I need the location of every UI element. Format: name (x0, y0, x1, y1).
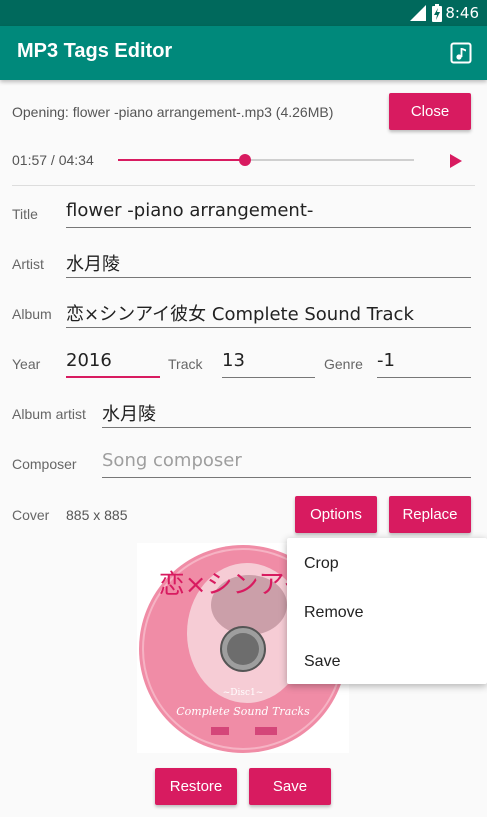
cover-options-menu: Crop Remove Save (287, 538, 487, 684)
divider (12, 185, 475, 186)
composer-label: Composer (12, 456, 77, 472)
app-bar: MP3 Tags Editor (0, 26, 487, 80)
artist-field[interactable]: 水月陵 (66, 246, 471, 278)
artist-label: Artist (12, 256, 44, 272)
playback-time: 01:57 / 04:34 (12, 152, 94, 168)
menu-item-remove[interactable]: Remove (304, 604, 364, 622)
title-label: Title (12, 206, 38, 222)
track-field[interactable]: 13 (222, 346, 315, 378)
cover-label: Cover (12, 507, 50, 523)
signal-icon (410, 5, 426, 21)
title-field[interactable]: flower -piano arrangement- (66, 196, 471, 228)
cover-options-button[interactable]: Options (295, 496, 377, 533)
status-time: 8:46 (445, 4, 479, 22)
play-icon[interactable] (449, 153, 463, 169)
year-label: Year (12, 356, 41, 372)
opening-file-text: Opening: flower -piano arrangement-.mp3 … (12, 104, 334, 120)
composer-field[interactable]: Song composer (102, 446, 471, 478)
album-artist-label: Album artist (12, 406, 86, 422)
menu-item-crop[interactable]: Crop (304, 555, 339, 573)
app-title: MP3 Tags Editor (17, 40, 173, 62)
menu-item-save[interactable]: Save (304, 653, 340, 671)
save-button[interactable]: Save (249, 768, 331, 805)
battery-charging-icon (432, 4, 442, 22)
status-bar: 8:46 (0, 0, 487, 26)
genre-field[interactable]: -1 (377, 346, 471, 378)
track-label: Track (168, 356, 203, 372)
close-button[interactable]: Close (389, 93, 471, 130)
music-note-icon[interactable] (450, 42, 472, 64)
seek-bar-thumb[interactable] (239, 154, 252, 166)
restore-button[interactable]: Restore (155, 768, 237, 805)
cover-art-subtitle: Complete Sound Tracks (176, 705, 310, 718)
album-field[interactable]: 恋×シンアイ彼女 Complete Sound Track (66, 296, 471, 328)
year-field[interactable]: 2016 (66, 346, 160, 378)
album-artist-field[interactable]: 水月陵 (102, 396, 471, 428)
genre-label: Genre (324, 356, 363, 372)
seek-bar-progress (118, 159, 246, 161)
album-label: Album (12, 306, 52, 322)
cover-replace-button[interactable]: Replace (389, 496, 471, 533)
cover-size: 885 x 885 (66, 507, 128, 523)
cover-art-disc: ~Disc1~ (223, 688, 264, 698)
seek-bar[interactable] (118, 159, 414, 161)
